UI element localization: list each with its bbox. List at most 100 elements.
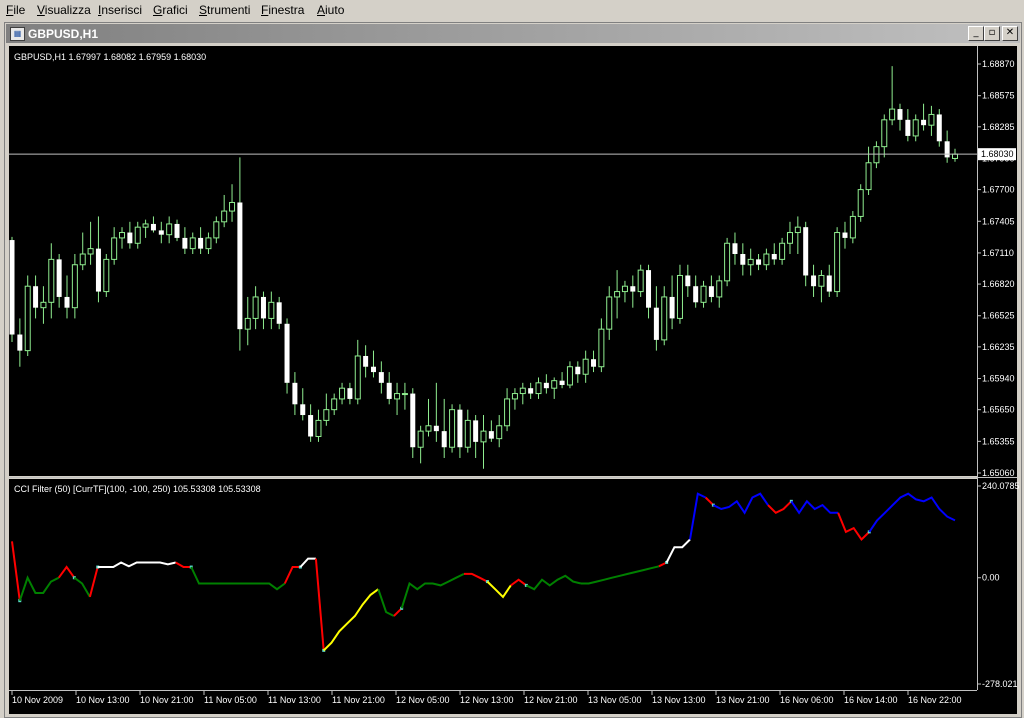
candle-body <box>630 286 636 292</box>
candle-body <box>528 388 534 394</box>
candle-body <box>653 307 659 340</box>
candle-body <box>897 109 903 120</box>
time-label: 10 Nov 21:00 <box>140 695 194 705</box>
candle-body <box>693 286 699 303</box>
candle-body <box>504 398 511 427</box>
candle-body <box>511 393 518 400</box>
price-label: 1.67405 <box>982 216 1015 226</box>
time-label: 13 Nov 05:00 <box>588 695 642 705</box>
candle-body <box>40 301 47 309</box>
candle-body <box>786 232 793 244</box>
candle-body <box>740 254 746 265</box>
candle-body <box>842 232 848 238</box>
candle-body <box>9 240 15 335</box>
candle-body <box>182 237 188 249</box>
candle-body <box>363 355 369 367</box>
indicator-chart-area[interactable] <box>9 479 977 690</box>
candle-body <box>284 323 290 383</box>
candle-body <box>300 404 306 416</box>
current-price-label: 1.68030 <box>981 149 1014 159</box>
candle-body <box>221 210 228 223</box>
time-label: 10 Nov 13:00 <box>76 695 130 705</box>
candle-body <box>464 419 471 448</box>
candle-body <box>646 270 652 308</box>
candle-body <box>865 162 872 191</box>
candle-body <box>378 372 384 383</box>
time-label: 16 Nov 14:00 <box>844 695 898 705</box>
candle-body <box>811 275 817 287</box>
candle-body <box>370 366 376 373</box>
time-label: 13 Nov 13:00 <box>652 695 706 705</box>
candle-body <box>331 398 338 411</box>
candle-body <box>401 393 408 396</box>
candle-body <box>936 114 942 142</box>
candle-body <box>134 226 141 244</box>
candle-body <box>826 275 832 292</box>
candle-body <box>48 258 55 303</box>
candle-body <box>87 248 94 255</box>
candle-body <box>889 108 896 121</box>
candle-body <box>480 430 487 443</box>
price-label: 1.66820 <box>982 279 1015 289</box>
price-label: 1.65060 <box>982 468 1015 478</box>
chart-canvas[interactable]: 1.688701.685751.682851.679901.677001.674… <box>0 0 1024 717</box>
candle-body <box>519 387 526 395</box>
candle-body <box>449 409 456 448</box>
candle-body <box>732 243 738 255</box>
candle-body <box>724 242 731 282</box>
candle-body <box>79 253 86 266</box>
time-label: 11 Nov 05:00 <box>204 695 257 705</box>
candle-body <box>252 296 259 319</box>
candle-body <box>661 296 668 341</box>
candle-body <box>17 334 23 351</box>
candle-body <box>166 223 173 236</box>
time-label: 11 Nov 21:00 <box>332 695 385 705</box>
candle-body <box>763 253 770 266</box>
candle-body <box>111 237 118 260</box>
candle-body <box>33 286 39 308</box>
candle-body <box>944 141 950 158</box>
price-label: 1.67110 <box>982 248 1014 258</box>
candle-body <box>189 237 196 250</box>
price-label: 1.68870 <box>982 59 1015 69</box>
candle-body <box>103 258 110 293</box>
candle-body <box>582 358 589 375</box>
candle-body <box>323 409 330 421</box>
candle-body <box>803 227 809 276</box>
time-label: 12 Nov 13:00 <box>460 695 514 705</box>
candle-body <box>237 202 243 330</box>
candle-body <box>276 302 282 324</box>
candle-body <box>229 201 236 212</box>
price-label: 1.66525 <box>982 311 1015 321</box>
candle-body <box>700 285 707 303</box>
candle-body <box>260 296 266 319</box>
candle-body <box>606 296 613 330</box>
candle-body <box>771 254 777 260</box>
candle-body <box>716 280 723 298</box>
candle-body <box>205 237 212 250</box>
candle-body <box>543 382 549 389</box>
candle-body <box>535 382 542 395</box>
candle-body <box>394 393 401 400</box>
candle-body <box>174 223 180 238</box>
candle-body <box>873 146 880 164</box>
price-label: 1.67700 <box>982 185 1015 195</box>
time-label: 11 Nov 13:00 <box>268 695 321 705</box>
candle-body <box>127 232 133 244</box>
candle-body <box>566 366 573 386</box>
candle-body <box>268 301 275 319</box>
candle-body <box>441 431 447 448</box>
indicator-label: -278.021 <box>982 679 1018 689</box>
candle-body <box>315 419 322 438</box>
candle-body <box>928 113 935 126</box>
candle-body <box>457 409 463 448</box>
candle-body <box>637 269 644 293</box>
price-chart-area[interactable] <box>9 46 977 476</box>
candle-body <box>347 388 353 399</box>
candle-body <box>921 119 927 126</box>
candle-body <box>339 387 346 400</box>
candle-body <box>621 285 628 293</box>
price-label: 1.66235 <box>982 342 1015 352</box>
time-label: 12 Nov 21:00 <box>524 695 578 705</box>
candle-body <box>56 259 62 297</box>
